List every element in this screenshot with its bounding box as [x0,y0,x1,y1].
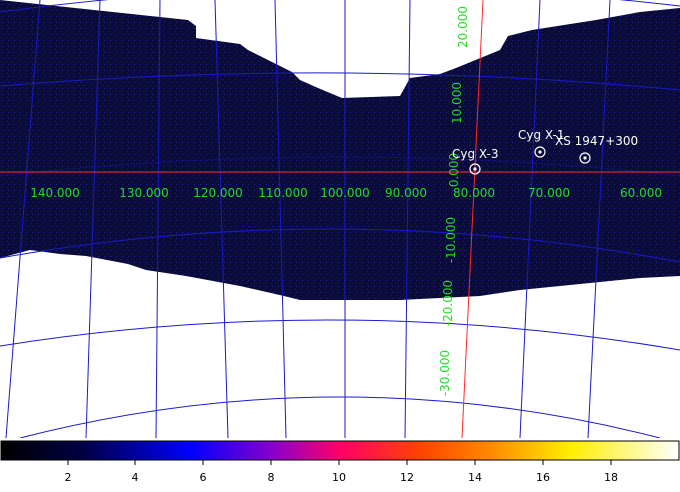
source-label: XS 1947+300 [555,134,638,148]
lon-label: 130.000 [119,186,169,200]
lat-label: -10.000 [444,217,458,263]
colorbar-label: 4 [132,471,139,484]
lon-label: 120.000 [193,186,243,200]
lon-label: 90.000 [385,186,427,200]
colorbar-label: 8 [268,471,275,484]
colorbar-label: 14 [468,471,482,484]
colorbar-label: 16 [536,471,550,484]
colorbar-label: 10 [332,471,346,484]
colorbar-label: 6 [200,471,207,484]
colorbar-label: 18 [604,471,618,484]
lon-label: 110.000 [258,186,308,200]
source-label: Cyg X-3 [452,147,499,161]
lat-label: 20.000 [456,6,470,48]
lat-label: -30.000 [438,350,452,396]
sky-image[interactable]: 140.000 130.000 120.000 110.000 100.000 … [0,0,680,488]
lon-label: 100.000 [320,186,370,200]
lat-label: 10.000 [450,82,464,124]
colorbar [0,440,680,461]
colorbar-label: 12 [400,471,414,484]
lon-label: 140.000 [30,186,80,200]
lat-label: -20.000 [441,280,455,326]
lon-label: 70.000 [528,186,570,200]
image-viewer[interactable]: 140.000 130.000 120.000 110.000 100.000 … [0,0,680,488]
longitude-labels: 140.000 130.000 120.000 110.000 100.000 … [30,186,662,200]
lon-label: 60.000 [620,186,662,200]
colorbar-label: 2 [65,471,72,484]
